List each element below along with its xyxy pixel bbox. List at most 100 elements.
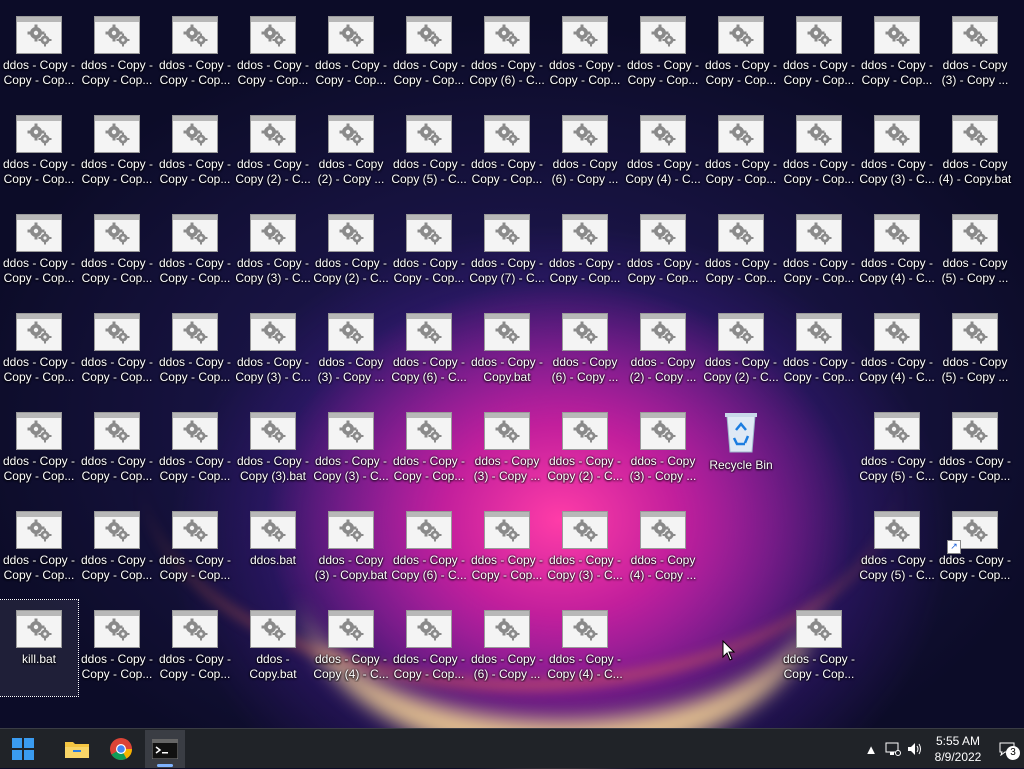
batch-file-icon-item[interactable]: ddos - Copy - Copy - Cop... (546, 6, 624, 102)
batch-file-icon-item[interactable]: ddos - Copy - Copy - Cop... (390, 6, 468, 102)
batch-file-icon-item[interactable]: ddos - Copy - Copy - Cop... (0, 501, 78, 597)
batch-file-icon-item[interactable]: ddos - Copy - (6) - Copy ... (468, 600, 546, 696)
batch-file-icon-item[interactable]: ddos - Copy - Copy (5) - C... (858, 501, 936, 597)
batch-file-icon-item[interactable]: ddos - Copy - Copy - Cop... (624, 6, 702, 102)
batch-file-icon-item[interactable]: ddos - Copy - Copy (4) - C... (546, 600, 624, 696)
batch-file-icon-item[interactable]: ddos - Copy - Copy (2) - C... (312, 204, 390, 300)
batch-file-icon-item[interactable]: ddos - Copy - Copy (4) - C... (312, 600, 390, 696)
batch-file-icon-item[interactable]: ddos - Copy (2) - Copy ... (312, 105, 390, 201)
batch-file-icon-item[interactable]: ddos - Copy - Copy - Cop... (390, 204, 468, 300)
batch-file-icon-item[interactable]: ddos - Copy - Copy (5) - C... (390, 105, 468, 201)
batch-file-icon-item[interactable]: ddos - Copy - Copy - Cop... (78, 501, 156, 597)
batch-file-icon-item[interactable]: ddos - Copy (4) - Copy.bat (936, 105, 1014, 201)
batch-file-icon-item[interactable]: ddos - Copy - Copy - Cop... (390, 402, 468, 498)
batch-file-icon-item[interactable]: ddos - Copy (5) - Copy ... (936, 204, 1014, 300)
command-prompt-button[interactable] (145, 729, 185, 768)
batch-file-icon-item[interactable]: ddos - Copy - Copy - Cop... (780, 6, 858, 102)
volume-icon[interactable] (904, 730, 926, 768)
batch-file-icon-item[interactable]: ddos - Copy (3) - Copy ... (624, 402, 702, 498)
batch-file-icon-item[interactable]: ddos - Copy - Copy - Cop... (0, 303, 78, 399)
batch-file-icon-item[interactable]: ddos - Copy - Copy (3).bat (234, 402, 312, 498)
notification-center-button[interactable]: 3 (990, 730, 1024, 768)
batch-file-icon-item[interactable]: ddos - Copy (3) - Copy.bat (312, 501, 390, 597)
batch-file-gear-icon (952, 313, 998, 351)
batch-file-icon-item[interactable]: ddos - Copy - Copy - Cop... (78, 6, 156, 102)
batch-file-icon-item[interactable]: ddos - Copy - Copy - Cop... (780, 204, 858, 300)
batch-file-icon-item[interactable]: ddos - Copy - Copy - Cop... (390, 600, 468, 696)
batch-file-icon-item[interactable]: ddos - Copy - Copy (3) - C... (234, 204, 312, 300)
batch-file-icon-item[interactable]: ddos.bat (234, 501, 312, 597)
batch-file-icon-item[interactable]: ddos - Copy - Copy - Cop... (546, 204, 624, 300)
batch-file-icon-item[interactable]: ddos - Copy - Copy - Cop... (780, 600, 858, 696)
batch-file-icon-item[interactable]: ddos - Copy - Copy - Cop... (702, 6, 780, 102)
batch-file-icon-item[interactable]: ddos - Copy - Copy - Cop... (78, 204, 156, 300)
batch-file-icon-item[interactable]: ↗ ddos - Copy - Copy - Cop... (936, 501, 1014, 597)
batch-file-icon-item[interactable]: ddos - Copy - Copy - Cop... (234, 6, 312, 102)
batch-file-icon-item[interactable]: ddos - Copy - Copy - Cop... (624, 204, 702, 300)
batch-file-icon-item[interactable]: ddos - Copy - Copy (4) - C... (858, 204, 936, 300)
batch-file-icon-item[interactable]: ddos - Copy - Copy (2) - C... (234, 105, 312, 201)
batch-file-icon-item[interactable]: ddos - Copy - Copy (2) - C... (702, 303, 780, 399)
batch-file-icon-item[interactable]: ddos - Copy - Copy (6) - C... (390, 501, 468, 597)
batch-file-icon-item[interactable]: kill.bat (0, 599, 79, 697)
batch-file-gear-icon (328, 412, 374, 450)
batch-file-icon-item[interactable]: ddos - Copy - Copy - Cop... (0, 204, 78, 300)
batch-file-icon-item[interactable]: ddos - Copy - Copy (3) - C... (858, 105, 936, 201)
batch-file-icon-item[interactable]: ddos - Copy - Copy - Cop... (156, 501, 234, 597)
batch-file-icon-item[interactable]: ddos - Copy (3) - Copy ... (312, 303, 390, 399)
batch-file-icon-item[interactable]: ddos - Copy - Copy (3) - C... (312, 402, 390, 498)
batch-file-icon-item[interactable]: ddos - Copy - Copy - Cop... (312, 6, 390, 102)
batch-file-icon-item[interactable]: ddos - Copy - Copy - Cop... (468, 501, 546, 597)
batch-file-icon-item[interactable]: ddos - Copy - Copy - Cop... (78, 105, 156, 201)
batch-file-icon-item[interactable]: ddos - Copy - Copy - Cop... (858, 6, 936, 102)
batch-file-icon-item[interactable]: ddos - Copy - Copy (6) - C... (390, 303, 468, 399)
show-hidden-icons-chevron-icon[interactable]: ▲ (860, 730, 882, 768)
desktop[interactable]: ddos - Copy - Copy - Cop... ddos - Copy -… (0, 0, 1024, 728)
batch-file-icon-item[interactable]: ddos - Copy - Copy (3) - C... (234, 303, 312, 399)
batch-file-icon-item[interactable]: ddos - Copy - Copy - Cop... (702, 105, 780, 201)
batch-file-icon-item[interactable]: ddos - Copy - Copy (4) - C... (624, 105, 702, 201)
batch-file-icon-item[interactable]: ddos - Copy - Copy - Cop... (78, 303, 156, 399)
network-icon[interactable] (882, 730, 904, 768)
batch-file-icon-item[interactable]: ddos - Copy - Copy - Cop... (156, 402, 234, 498)
batch-file-icon-item[interactable]: ddos - Copy (3) - Copy ... (468, 402, 546, 498)
clock[interactable]: 5:55 AM 8/9/2022 (926, 733, 990, 765)
batch-file-icon-item[interactable]: ddos - Copy - Copy (5) - C... (858, 402, 936, 498)
batch-file-icon-item[interactable]: ddos - Copy - Copy (6) - C... (468, 6, 546, 102)
batch-file-icon-item[interactable]: ddos - Copy.bat (234, 600, 312, 696)
batch-file-gear-icon (172, 412, 218, 450)
batch-file-icon-item[interactable]: ddos - Copy (5) - Copy ... (936, 303, 1014, 399)
batch-file-icon-item[interactable]: ddos - Copy (2) - Copy ... (624, 303, 702, 399)
batch-file-icon-item[interactable]: ddos - Copy - Copy - Cop... (780, 303, 858, 399)
batch-file-icon-item[interactable]: ddos - Copy (3) - Copy ... (936, 6, 1014, 102)
recycle-bin[interactable]: Recycle Bin (702, 402, 780, 498)
batch-file-icon-item[interactable]: ddos - Copy - Copy - Cop... (0, 6, 78, 102)
batch-file-icon-item[interactable]: ddos - Copy - Copy - Cop... (468, 105, 546, 201)
batch-file-icon-item[interactable]: ddos - Copy - Copy - Cop... (702, 204, 780, 300)
batch-file-icon-item[interactable]: ddos - Copy - Copy (3) - C... (546, 501, 624, 597)
batch-file-icon-item[interactable]: ddos - Copy - Copy (4) - C... (858, 303, 936, 399)
batch-file-icon-item[interactable]: ddos - Copy - Copy (2) - C... (546, 402, 624, 498)
batch-file-gear-icon (172, 214, 218, 252)
batch-file-icon-item[interactable]: ddos - Copy - Copy - Cop... (78, 600, 156, 696)
batch-file-icon-item[interactable]: ddos - Copy - Copy - Cop... (78, 402, 156, 498)
batch-file-icon-item[interactable]: ddos - Copy - Copy - Cop... (156, 105, 234, 201)
batch-file-gear-icon (406, 313, 452, 351)
batch-file-icon-item[interactable]: ddos - Copy - Copy.bat (468, 303, 546, 399)
batch-file-icon-item[interactable]: ddos - Copy - Copy - Cop... (156, 204, 234, 300)
batch-file-icon-item[interactable]: ddos - Copy (4) - Copy ... (624, 501, 702, 597)
batch-file-icon-item[interactable]: ddos - Copy - Copy - Cop... (156, 600, 234, 696)
batch-file-icon-item[interactable]: ddos - Copy (6) - Copy ... (546, 105, 624, 201)
batch-file-icon-item[interactable]: ddos - Copy - Copy - Cop... (156, 303, 234, 399)
batch-file-icon-item[interactable]: ddos - Copy - Copy - Cop... (936, 402, 1014, 498)
chrome-button[interactable] (101, 730, 141, 768)
batch-file-icon-item[interactable]: ddos - Copy - Copy - Cop... (0, 105, 78, 201)
batch-file-icon-item[interactable]: ddos - Copy (6) - Copy ... (546, 303, 624, 399)
batch-file-icon-item[interactable]: ddos - Copy - Copy - Cop... (0, 402, 78, 498)
batch-file-icon-item[interactable]: ddos - Copy - Copy - Cop... (780, 105, 858, 201)
batch-file-icon-item[interactable]: ddos - Copy - Copy (7) - C... (468, 204, 546, 300)
file-explorer-button[interactable] (57, 730, 97, 768)
batch-file-gear-icon (172, 115, 218, 153)
start-button[interactable] (3, 730, 43, 768)
batch-file-icon-item[interactable]: ddos - Copy - Copy - Cop... (156, 6, 234, 102)
